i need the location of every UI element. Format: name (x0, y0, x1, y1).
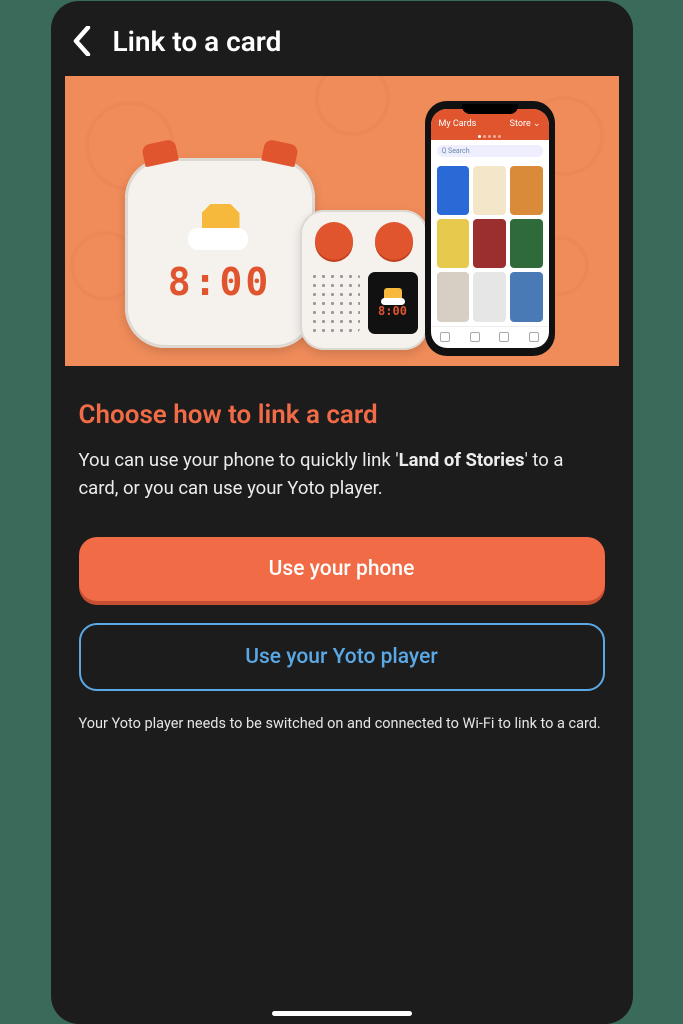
use-phone-button[interactable]: Use your phone (79, 537, 605, 601)
cards-grid (431, 162, 549, 326)
yoto-mini-illustration: 8:00 (300, 210, 428, 350)
mini-knobs (310, 222, 418, 260)
content-name: Land of Stories (399, 449, 525, 471)
app-header-title: My Cards (439, 119, 477, 129)
page-indicator (431, 135, 549, 140)
sun-icon (384, 288, 402, 302)
back-button[interactable] (73, 26, 91, 56)
use-player-button[interactable]: Use your Yoto player (79, 623, 605, 691)
content-area: Choose how to link a card You can use yo… (51, 366, 633, 735)
app-header: Link to a card (51, 1, 633, 76)
phone-app-illustration: My Cards Store ⌄ Q Search (425, 101, 555, 356)
footnote: Your Yoto player needs to be switched on… (79, 713, 605, 735)
bottom-nav-mock (431, 326, 549, 348)
sun-icon (184, 202, 256, 254)
hero-image: 8:00 8:00 My Cards Store ⌄ Q Search (65, 76, 619, 366)
app-screen: Link to a card 8:00 8:00 (51, 1, 633, 1024)
search-input-mock: Q Search (437, 145, 543, 157)
mini-screen: 8:00 (368, 272, 418, 334)
app-header-store: Store ⌄ (510, 119, 541, 129)
phone-app-header: My Cards Store ⌄ (431, 109, 549, 135)
player-clock-display: 8:00 (168, 260, 272, 304)
mini-clock-display: 8:00 (378, 304, 407, 318)
speaker-grill-icon (310, 272, 360, 334)
home-indicator[interactable] (272, 1011, 412, 1016)
section-heading: Choose how to link a card (79, 400, 605, 430)
page-title: Link to a card (113, 25, 282, 58)
chevron-left-icon (73, 26, 91, 56)
section-description: You can use your phone to quickly link '… (79, 446, 605, 503)
yoto-player-illustration: 8:00 (125, 158, 315, 348)
